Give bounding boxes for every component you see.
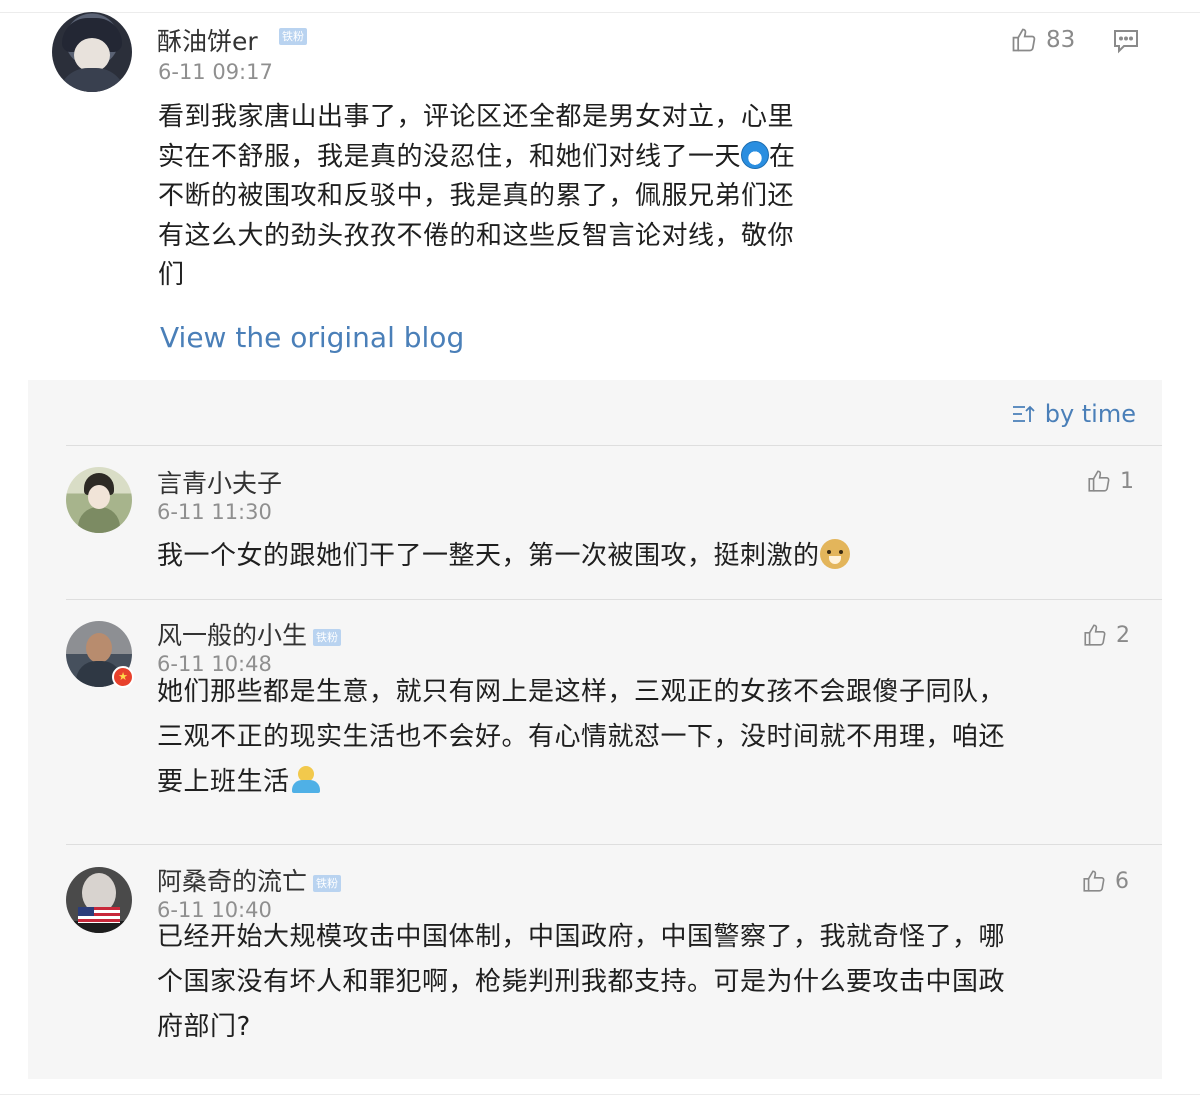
comment-item: ★ 风一般的小生 铁粉 6-11 10:48 2 她们那些都是生意，就只有网上是这… [28,600,1162,844]
comment-item: 言青小夫子 6-11 11:30 1 我一个女的跟她们干了一整天，第一次被围攻，… [28,446,1162,599]
avatar[interactable] [52,12,132,92]
comments-panel: by time 言青小夫子 6-11 11:30 1 我一个女的跟她们干了一整天… [28,380,1162,1079]
comment-username[interactable]: 言青小夫子 [157,464,282,500]
post-line: 们 [158,260,185,290]
post-line: 实在不舒服，我是真的没忍住，和她们对线了一天在 [158,140,796,172]
thumbs-up-icon [1012,28,1036,52]
avatar-star-badge: ★ [112,666,134,688]
sort-label: by time [1044,400,1136,428]
like-button[interactable]: 1 [1086,468,1134,494]
comment-body: 我一个女的跟她们干了一整天，第一次被围攻，挺刺激的 [157,534,1137,579]
bottom-divider [0,1094,1200,1095]
fan-badge: 铁粉 [313,628,342,646]
shrug-emoji-icon [290,766,322,794]
thumbs-up-icon [1083,870,1105,892]
avatar[interactable] [66,467,132,533]
post-body: 看到我家唐山出事了，评论区还全都是男女对立，心里 实在不舒服，我是真的没忍住，和… [158,98,858,296]
like-count: 6 [1115,868,1129,894]
like-button[interactable]: 2 [1082,622,1130,648]
comment-line: 要上班生活 [157,760,1137,805]
like-count: 83 [1046,27,1076,53]
like-button[interactable]: 83 [1010,26,1075,54]
comment-line: 已经开始大规模攻击中国体制，中国政府，中国警察了，我就奇怪了，哪 [157,922,1006,952]
thumbs-up-icon [1088,470,1110,492]
post-line: 有这么大的劲头孜孜不倦的和这些反智言论对线，敬你 [158,220,795,251]
fan-badge: 铁粉 [279,28,307,45]
main-post: 酥油饼er 铁粉 6-11 09:17 83 看到我家唐山出事了，评论区还全都是… [0,0,1200,380]
avatar[interactable] [66,867,132,933]
comment-line: 个国家没有坏人和罪犯啊，枪毙判刑我都支持。可是为什么要攻击中国政 [157,967,1006,997]
comment-body: 她们那些都是生意，就只有网上是这样，三观正的女孩不会跟傻子同队， 三观不正的现实… [157,670,1137,805]
comment-line: 三观不正的现实生活也不会好。有心情就怼一下，没时间就不用理，咱还 [157,722,1006,752]
comment-line: 府部门? [157,1012,251,1042]
post-username[interactable]: 酥油饼er [157,22,258,58]
like-button[interactable]: 6 [1081,868,1129,894]
comment-item: 阿桑奇的流亡 铁粉 6-11 10:40 6 已经开始大规模攻击中国体制，中国政府… [28,845,1162,1079]
post-line: 看到我家唐山出事了，评论区还全都是男女对立，心里 [158,102,795,132]
thumbs-up-icon [1084,624,1106,646]
comment-username[interactable]: 风一般的小生 铁粉 [157,616,342,652]
comment-body: 已经开始大规模攻击中国体制，中国政府，中国警察了，我就奇怪了，哪 个国家没有坏人… [157,915,1137,1050]
post-timestamp: 6-11 09:17 [158,60,273,84]
like-count: 1 [1120,468,1134,494]
view-original-link[interactable]: View the original blog [160,321,464,354]
sort-icon [1012,405,1035,422]
doraemon-emoji-icon [741,140,770,169]
sort-by-time-button[interactable]: by time [1011,400,1136,428]
comment-icon[interactable] [1112,28,1140,54]
post-line: 不断的被围攻和反驳中，我是真的累了，佩服兄弟们还 [158,181,795,211]
comment-timestamp: 6-11 11:30 [157,500,272,524]
comment-username[interactable]: 阿桑奇的流亡 铁粉 [157,862,342,898]
comment-line: 她们那些都是生意，就只有网上是这样，三观正的女孩不会跟傻子同队， [157,677,1006,707]
doge-emoji-icon [819,539,850,569]
like-count: 2 [1116,622,1130,648]
fan-badge: 铁粉 [313,874,342,892]
